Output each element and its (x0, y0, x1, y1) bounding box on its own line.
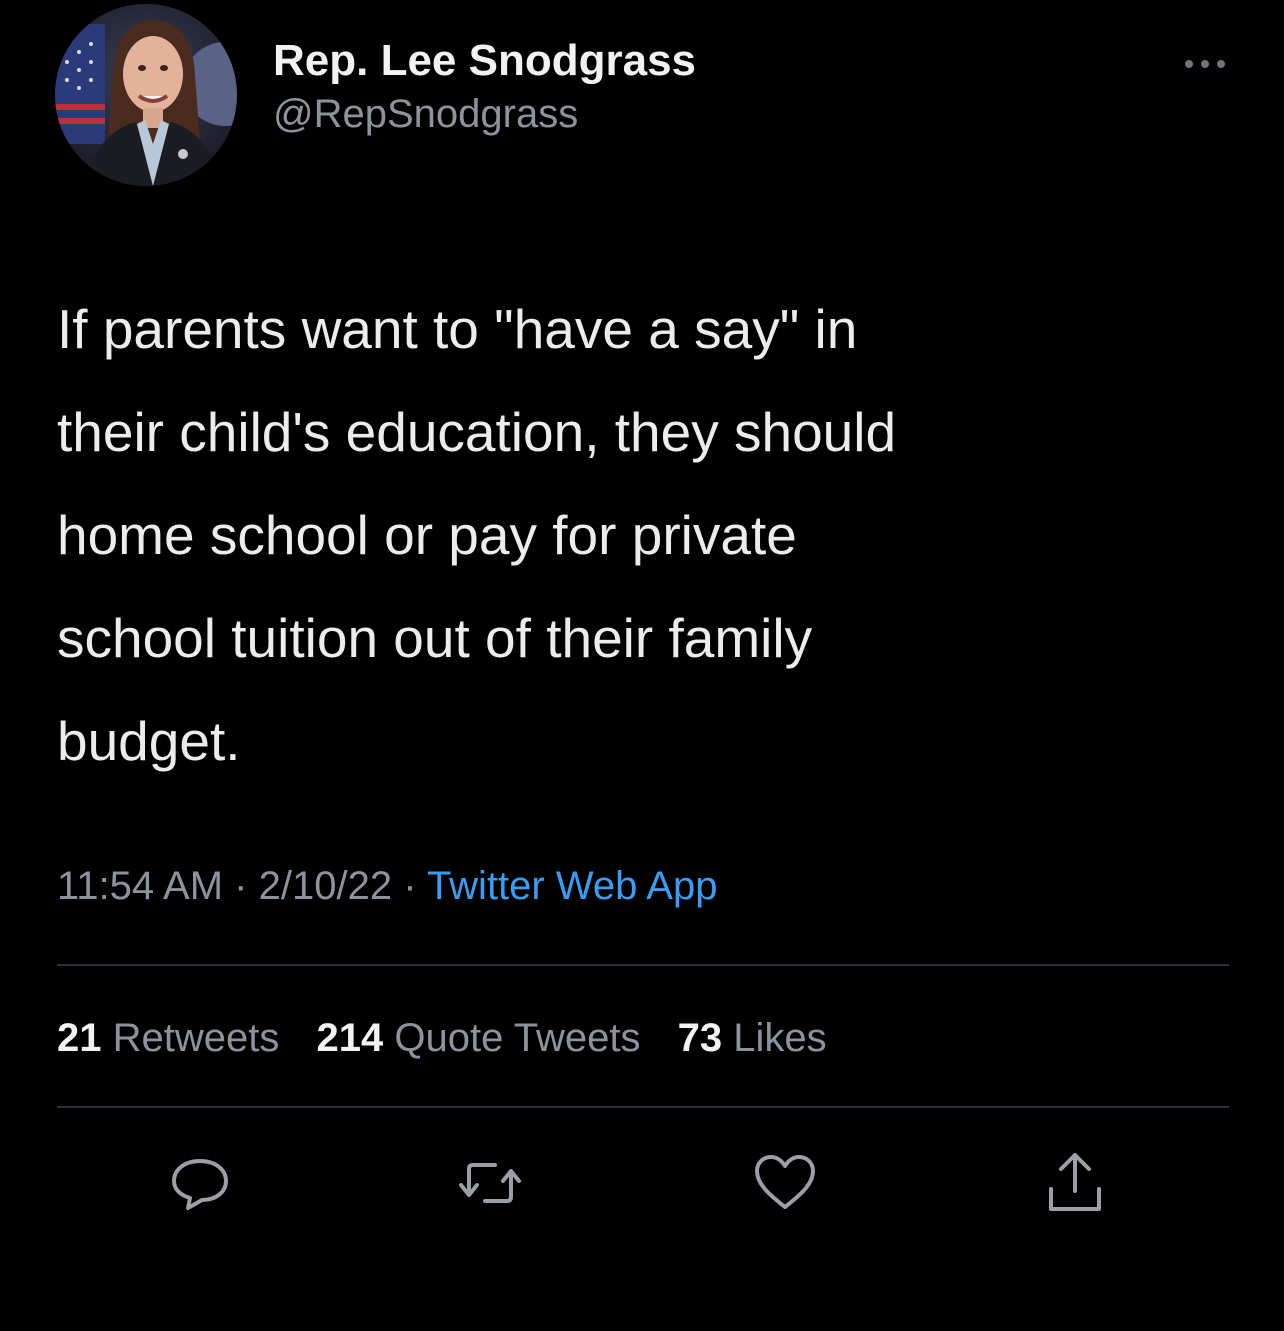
tweet-date[interactable]: 2/10/22 (259, 864, 392, 908)
author-names: Rep. Lee Snodgrass @RepSnodgrass (273, 34, 696, 140)
tweet-header: Rep. Lee Snodgrass @RepSnodgrass (55, 4, 1235, 194)
avatar[interactable] (55, 4, 237, 186)
action-bar (0, 1148, 1284, 1218)
tweet-card: Rep. Lee Snodgrass @RepSnodgrass If pare… (0, 0, 1284, 1331)
quote-tweets-stat[interactable]: 214 Quote Tweets (317, 1016, 641, 1060)
retweets-count: 21 (57, 1016, 102, 1060)
likes-stat[interactable]: 73 Likes (678, 1016, 827, 1060)
divider (57, 1106, 1229, 1108)
heart-icon[interactable] (750, 1148, 820, 1218)
retweets-stat[interactable]: 21 Retweets (57, 1016, 279, 1060)
display-name[interactable]: Rep. Lee Snodgrass (273, 34, 696, 88)
quote-tweets-label: Quote Tweets (394, 1016, 641, 1060)
user-handle[interactable]: @RepSnodgrass (273, 88, 696, 140)
tweet-source-link[interactable]: Twitter Web App (427, 864, 718, 908)
divider (57, 964, 1229, 966)
retweets-label: Retweets (112, 1016, 280, 1060)
tweet-stats: 21 Retweets 214 Quote Tweets 73 Likes (57, 1010, 853, 1066)
tweet-text: If parents want to "have a say" in their… (57, 298, 897, 772)
retweet-icon[interactable] (455, 1148, 525, 1218)
tweet-time[interactable]: 11:54 AM (57, 864, 223, 908)
reply-icon[interactable] (165, 1148, 235, 1218)
share-icon[interactable] (1040, 1148, 1110, 1218)
meta-separator: · (234, 864, 248, 908)
more-icon[interactable] (1175, 44, 1235, 84)
meta-separator: · (403, 864, 417, 908)
likes-label: Likes (733, 1016, 827, 1060)
tweet-meta: 11:54 AM · 2/10/22 · Twitter Web App (57, 858, 717, 914)
quote-tweets-count: 214 (316, 1016, 384, 1060)
likes-count: 73 (677, 1016, 723, 1060)
